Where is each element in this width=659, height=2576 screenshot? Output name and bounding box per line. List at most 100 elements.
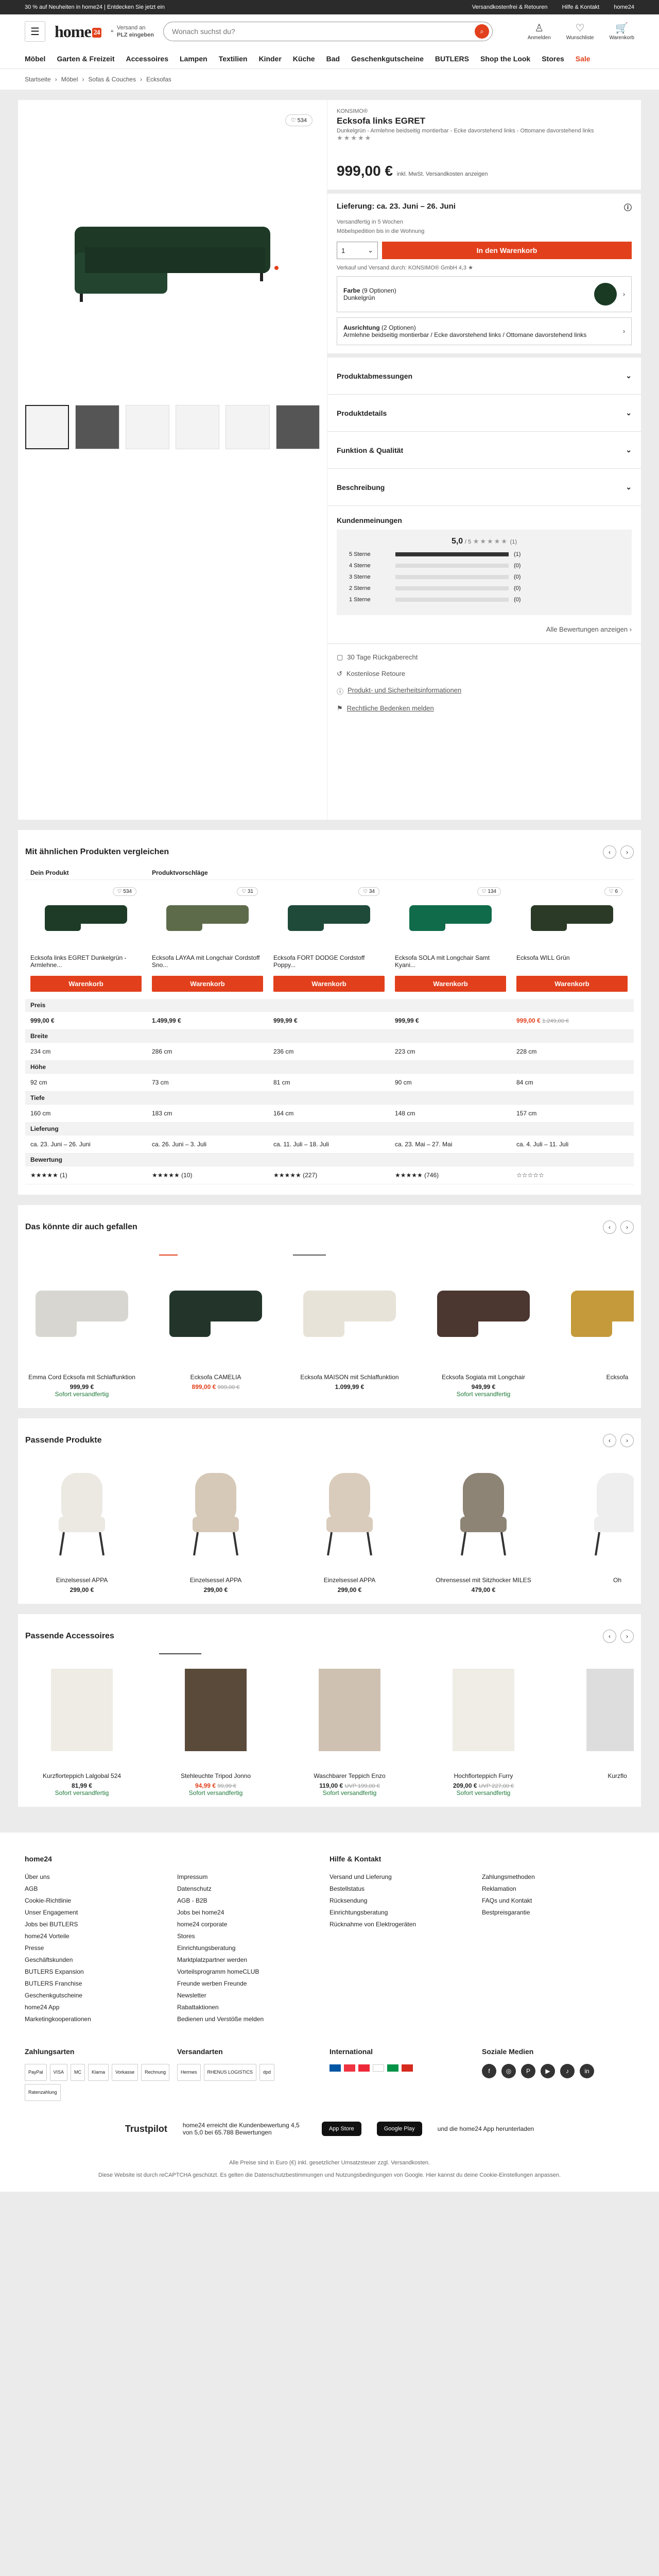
thumbnail[interactable]: [176, 405, 220, 449]
product-card-name[interactable]: Kurzflo: [561, 1772, 634, 1780]
product-card-image[interactable]: [293, 1458, 406, 1571]
product-card-name[interactable]: Stehleuchte Tripod Jonno: [159, 1772, 272, 1780]
footer-link[interactable]: Rücknahme von Elektrogeräten: [330, 1919, 482, 1930]
compare-cart-button[interactable]: Warenkorb: [30, 976, 142, 992]
wishlist-toggle[interactable]: ♡ 34: [358, 887, 379, 896]
footer-link[interactable]: Bestpreisgarantie: [482, 1907, 634, 1919]
footer-link[interactable]: BUTLERS Expansion: [25, 1966, 177, 1978]
account-button[interactable]: ♙ Anmelden: [528, 23, 551, 41]
wishlist-toggle[interactable]: ♡ 6: [604, 887, 622, 896]
footer-link[interactable]: Marketingkooperationen: [25, 2013, 177, 2025]
google-play-button[interactable]: Google Play: [376, 2122, 422, 2136]
product-card-image[interactable]: [25, 1458, 138, 1571]
compare-image[interactable]: ♡ 6: [516, 887, 628, 949]
rating-row[interactable]: 3 Sterne (0): [349, 574, 619, 580]
compare-cart-button[interactable]: Warenkorb: [395, 976, 506, 992]
product-card[interactable]: Waschbarer Teppich Enzo 119,00 € UVP 199,…: [293, 1653, 406, 1797]
product-card[interactable]: Kurzflo: [561, 1653, 634, 1797]
compare-name[interactable]: Ecksofa FORT DODGE Cordstoff Poppy...: [273, 954, 385, 971]
product-card-name[interactable]: Oh: [561, 1576, 634, 1584]
tiktok-icon[interactable]: ♪: [560, 2064, 575, 2078]
footer-link[interactable]: home24 App: [25, 2002, 177, 2013]
product-card-name[interactable]: Einzelsessel APPA: [25, 1576, 138, 1584]
youtube-icon[interactable]: ▶: [541, 2064, 555, 2078]
footer-link[interactable]: Versand und Lieferung: [330, 1871, 482, 1883]
plz-selector[interactable]: ⌖ Versand an PLZ eingeben: [111, 24, 154, 39]
info-icon[interactable]: ⓘ: [624, 202, 632, 213]
arrow-right-icon[interactable]: ›: [620, 1630, 634, 1643]
nav-item[interactable]: Accessoires: [126, 55, 168, 63]
breadcrumb-item[interactable]: Sofas & Couches: [88, 76, 136, 83]
rating-row[interactable]: 4 Sterne (0): [349, 563, 619, 569]
compare-name[interactable]: Ecksofa SOLA mit Longchair Samt Kyani...: [395, 954, 506, 971]
nav-item[interactable]: Shop the Look: [480, 55, 530, 63]
footer-link[interactable]: Unser Engagement: [25, 1907, 177, 1919]
nav-item[interactable]: Lampen: [180, 55, 207, 63]
thumbnail[interactable]: [275, 405, 320, 449]
logo[interactable]: home 24: [55, 22, 101, 41]
search-icon[interactable]: ⌕: [474, 24, 489, 39]
footer-link[interactable]: [482, 1919, 634, 1930]
wishlist-toggle[interactable]: ♡ 534: [285, 114, 313, 126]
footer-link[interactable]: Marktplatzpartner werden: [177, 1954, 330, 1966]
rating-row[interactable]: 2 Sterne (0): [349, 585, 619, 591]
footer-link[interactable]: AGB: [25, 1883, 177, 1895]
product-card[interactable]: Kurzflorteppich Lalgobal 524 81,99 € Sofor…: [25, 1653, 138, 1797]
footer-link[interactable]: Vorteilsprogramm homeCLUB: [177, 1966, 330, 1978]
facebook-icon[interactable]: f: [482, 2064, 496, 2078]
wishlist-toggle[interactable]: ♡ 134: [477, 887, 501, 896]
nav-item[interactable]: Kinder: [258, 55, 281, 63]
promo-link-help[interactable]: Hilfe & Kontakt: [562, 4, 599, 10]
compare-image[interactable]: ♡ 34: [273, 887, 385, 949]
product-card-name[interactable]: Einzelsessel APPA: [293, 1576, 406, 1584]
nav-item[interactable]: Küche: [293, 55, 315, 63]
footer-link[interactable]: AGB - B2B: [177, 1895, 330, 1907]
footer-link[interactable]: home24 corporate: [177, 1919, 330, 1930]
product-card[interactable]: HOME DEALS Stehleuchte Tripod Jonno 94,99 …: [159, 1653, 272, 1797]
service-report-link[interactable]: ⚑ Rechtliche Bedenken melden: [327, 700, 641, 717]
product-card-name[interactable]: Hochflorteppich Furry: [427, 1772, 540, 1780]
footer-link[interactable]: Einrichtungsberatung: [330, 1907, 482, 1919]
product-card-image[interactable]: [293, 1653, 406, 1767]
product-card[interactable]: -10% Ecksofa CAMELIA 899,00 € 999,00 €: [159, 1255, 272, 1398]
footer-link[interactable]: FAQs und Kontakt: [482, 1895, 634, 1907]
product-image[interactable]: ♡ 534: [25, 107, 320, 398]
footer-link[interactable]: Reklamation: [482, 1883, 634, 1895]
search-input[interactable]: [171, 27, 475, 36]
compare-cart-button[interactable]: Warenkorb: [273, 976, 385, 992]
nav-item[interactable]: Bad: [326, 55, 340, 63]
arrow-right-icon[interactable]: ›: [620, 1434, 634, 1447]
linkedin-icon[interactable]: in: [580, 2064, 594, 2078]
product-card-image[interactable]: [561, 1653, 634, 1767]
alignment-option[interactable]: Ausrichtung (2 Optionen) Armlehne beidsei…: [337, 317, 632, 345]
thumbnail[interactable]: [125, 405, 169, 449]
product-card-name[interactable]: Ecksofa Sogiata mit Longchair: [427, 1373, 540, 1381]
rating-stars[interactable]: ★★★★★: [337, 134, 632, 142]
compare-name[interactable]: Ecksofa LAYAA mit Longchair Cordstoff Sn…: [152, 954, 263, 971]
quantity-select[interactable]: 1 ⌄: [337, 242, 378, 259]
footer-link[interactable]: Rabattaktionen: [177, 2002, 330, 2013]
product-card-name[interactable]: Einzelsessel APPA: [159, 1576, 272, 1584]
all-reviews-link[interactable]: Alle Bewertungen anzeigen ›: [337, 625, 632, 633]
product-card-image[interactable]: [427, 1458, 540, 1571]
brand-link[interactable]: KONSIMO®: [337, 108, 632, 114]
menu-icon[interactable]: ☰: [25, 21, 45, 42]
promo-link-home24[interactable]: home24: [614, 4, 634, 10]
product-card[interactable]: Einzelsessel APPA 299,00 €: [159, 1458, 272, 1594]
thumbnail[interactable]: [226, 405, 270, 449]
product-card-name[interactable]: Waschbarer Teppich Enzo: [293, 1772, 406, 1780]
product-card-image[interactable]: [561, 1458, 634, 1571]
accordion-description[interactable]: Beschreibung ⌄: [327, 469, 641, 506]
product-card-name[interactable]: Ecksofa MAISON mit Schlaffunktion: [293, 1373, 406, 1381]
nav-item[interactable]: Textilien: [219, 55, 248, 63]
footer-link[interactable]: Newsletter: [177, 1990, 330, 2002]
rating-row[interactable]: 1 Sterne (0): [349, 597, 619, 603]
instagram-icon[interactable]: ◎: [501, 2064, 516, 2078]
compare-name[interactable]: Ecksofa links EGRET Dunkelgrün - Armlehn…: [30, 954, 142, 971]
rating-row[interactable]: 5 Sterne (1): [349, 551, 619, 557]
compare-name[interactable]: Ecksofa WILL Grün: [516, 954, 628, 971]
compare-image[interactable]: ♡ 134: [395, 887, 506, 949]
nav-item[interactable]: Geschenkgutscheine: [351, 55, 424, 63]
wishlist-toggle[interactable]: ♡ 534: [112, 887, 136, 896]
promo-link-shipping[interactable]: Versandkostenfrei & Retouren: [472, 4, 548, 10]
